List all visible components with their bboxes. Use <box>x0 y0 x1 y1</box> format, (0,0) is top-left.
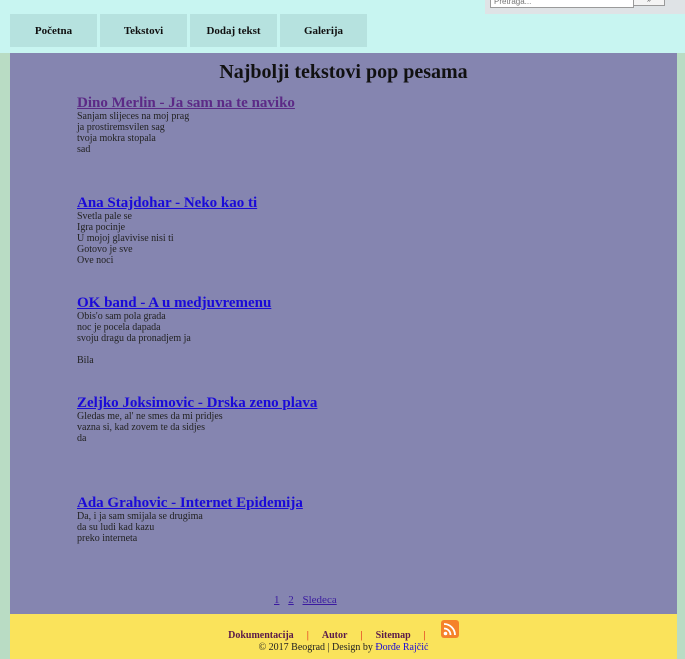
copyright-text: © 2017 Beograd | Design by <box>258 642 376 653</box>
song-excerpt: Da, i ja sam smijala se drugima da su lu… <box>77 511 477 544</box>
lyric-line: ja prostiremsvilen sag <box>77 122 165 133</box>
footer-link-sitemap[interactable]: Sitemap <box>376 630 411 641</box>
lyric-line: da su ludi kad kazu <box>77 522 155 533</box>
lyric-line: noc je pocela dapada <box>77 322 161 333</box>
lyric-line: preko interneta <box>77 533 138 544</box>
lyric-line: Svetla pale se <box>77 211 132 222</box>
lyric-line: Obis'o sam pola grada <box>77 311 166 322</box>
lyric-line: U mojoj glavivise nisi ti <box>77 233 174 244</box>
top-bar: Početna Tekstovi Dodaj tekst Galerija » <box>0 0 685 53</box>
lyric-line: Sanjam slijeces na moj prag <box>77 111 190 122</box>
lyric-line: tvoja mokra stopala <box>77 133 156 144</box>
song-excerpt: Obis'o sam pola grada noc je pocela dapa… <box>77 311 477 366</box>
song-title-link[interactable]: Zeljko Joksimovic - Drska zeno plava <box>77 395 477 411</box>
song-excerpt: Sanjam slijeces na moj prag ja prostirem… <box>77 111 477 155</box>
lyric-line: da <box>77 433 87 444</box>
main-nav: Početna Tekstovi Dodaj tekst Galerija <box>10 14 370 47</box>
nav-item-tekstovi[interactable]: Tekstovi <box>100 14 187 47</box>
song-excerpt: Svetla pale se Igra pocinje U mojoj glav… <box>77 211 477 266</box>
nav-item-pocetna[interactable]: Početna <box>10 14 97 47</box>
footer-link-dokumentacija[interactable]: Dokumentacija <box>228 630 294 641</box>
pagination: 1 2 Sledeca <box>274 594 343 606</box>
main-content: Najbolji tekstovi pop pesama Dino Merlin… <box>10 53 677 614</box>
search-button[interactable]: » <box>633 0 665 6</box>
lyric-line: Bila <box>77 355 94 366</box>
page-link-2[interactable]: 2 <box>288 594 294 606</box>
lyric-line: Da, i ja sam smijala se drugima <box>77 511 203 522</box>
nav-item-dodaj-tekst[interactable]: Dodaj tekst <box>190 14 277 47</box>
lyric-line: Igra pocinje <box>77 222 126 233</box>
author-link[interactable]: Đorđe Rajčić <box>375 642 428 653</box>
song-title-link[interactable]: Dino Merlin - Ja sam na te naviko <box>77 95 477 111</box>
lyric-line: svoju dragu da pronadjem ja <box>77 333 191 344</box>
lyric-line <box>77 344 477 355</box>
lyric-line: sad <box>77 144 91 155</box>
footer-link-autor[interactable]: Autor <box>322 630 348 641</box>
separator: | <box>360 629 363 641</box>
copyright: © 2017 Beograd | Design by Đorđe Rajčić <box>10 642 677 653</box>
page-link-1[interactable]: 1 <box>274 594 280 606</box>
lyric-line: Gotovo je sve <box>77 244 133 255</box>
song-excerpt: Gledas me, al' ne smes da mi pridjes vaz… <box>77 411 477 444</box>
footer: Dokumentacija | Autor | Sitemap | © 2017… <box>10 614 677 659</box>
lyric-line: Gledas me, al' ne smes da mi pridjes <box>77 411 223 422</box>
next-page-link[interactable]: Sledeca <box>303 594 337 606</box>
search-input[interactable] <box>490 0 634 8</box>
song-title-link[interactable]: Ana Stajdohar - Neko kao ti <box>77 195 477 211</box>
lyric-line: Ove noci <box>77 255 114 266</box>
song-entry: Ana Stajdohar - Neko kao ti Svetla pale … <box>77 195 477 266</box>
lyric-line: vazna si, kad zovem te da sidjes <box>77 422 206 433</box>
song-entry: Dino Merlin - Ja sam na te naviko Sanjam… <box>77 95 477 155</box>
nav-item-galerija[interactable]: Galerija <box>280 14 367 47</box>
page-title: Najbolji tekstovi pop pesama <box>219 61 468 83</box>
song-title-link[interactable]: Ada Grahovic - Internet Epidemija <box>77 495 477 511</box>
song-entry: Ada Grahovic - Internet Epidemija Da, i … <box>77 495 477 544</box>
separator: | <box>423 629 426 641</box>
song-entry: Zeljko Joksimovic - Drska zeno plava Gle… <box>77 395 477 444</box>
song-title-link[interactable]: OK band - A u medjuvremenu <box>77 295 477 311</box>
separator: | <box>306 629 309 641</box>
rss-icon[interactable] <box>440 620 459 638</box>
song-entry: OK band - A u medjuvremenu Obis'o sam po… <box>77 295 477 366</box>
search-form: » <box>485 0 685 14</box>
